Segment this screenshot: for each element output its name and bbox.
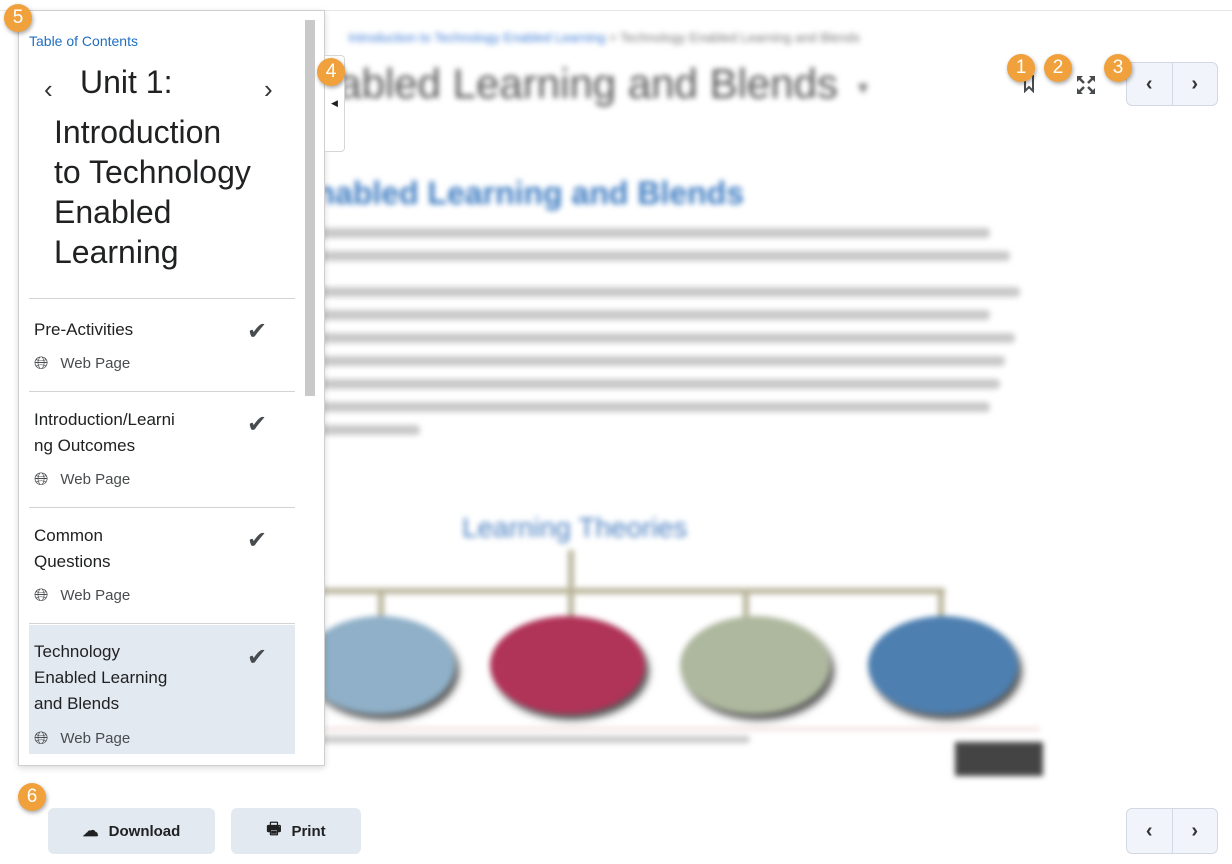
next-unit-button[interactable]: › [264,74,273,105]
globe-icon: 🌐︎ [34,353,49,373]
check-icon: ✔ [247,411,268,438]
globe-icon: 🌐︎ [34,585,49,605]
callout-badge: 2 [1044,54,1072,82]
unit-title: Introduction to Technology Enabled Learn… [54,112,251,272]
item-title: Technology Enabled Learning and Blends [34,642,168,713]
cloud-download-icon: ☁ [82,823,99,840]
unit-title-line1: Unit 1: [80,64,173,100]
next-topic-button[interactable]: › [1171,63,1218,105]
globe-icon: 🌐︎ [34,469,49,489]
diagram-node [490,616,645,714]
toc-scrollbar[interactable] [305,20,315,396]
prev-unit-button[interactable]: ‹ [44,74,53,105]
item-type: 🌐︎ Web Page [34,353,130,374]
print-button[interactable]: 🖶 Print [231,808,361,854]
toc-item-selected[interactable]: Technology Enabled Learning and Blends ✔ 🌐… [29,625,295,754]
callout-badge: 4 [317,58,345,86]
fullscreen-icon [1077,76,1095,94]
learning-theories-diagram [300,550,1060,780]
unit-title-line: to Technology [54,154,251,190]
download-label: Download [108,822,181,840]
item-type-label: Web Page [60,471,131,488]
topic-nav: ‹ › [1126,62,1218,106]
breadcrumb: Introduction to Technology Enabled Learn… [348,30,860,45]
globe-icon: 🌐︎ [34,728,49,748]
fullscreen-button[interactable] [1076,75,1096,100]
check-icon: ✔ [247,644,268,671]
item-type-label: Web Page [60,355,131,372]
item-title: Pre-Activities [34,320,134,339]
unit-title-line: Learning [54,234,179,270]
breadcrumb-link[interactable]: Introduction to Technology Enabled Learn… [348,30,605,45]
diagram-node [680,616,830,714]
item-title: Common Questions [34,526,111,571]
callout-badge: 5 [4,4,32,32]
item-type: 🌐︎ Web Page [34,585,130,606]
toc-item[interactable]: Pre-Activities ✔ 🌐︎ Web Page [29,299,295,391]
breadcrumb-current: Technology Enabled Learning and Blends [620,30,860,45]
printer-icon: 🖶 [266,820,282,838]
previous-topic-button[interactable]: ‹ [1127,63,1172,105]
check-icon: ✔ [247,318,268,345]
content-paragraphs [300,228,1020,435]
title-dropdown-icon[interactable]: ▾ [858,75,868,100]
diagram-title: Learning Theories [462,512,688,543]
item-type-label: Web Page [60,587,131,604]
divider [29,623,295,624]
caret-left-icon: ◀ [331,98,338,108]
callout-badge: 3 [1104,54,1132,82]
print-label: Print [291,822,326,840]
previous-topic-button[interactable]: ‹ [1127,809,1172,853]
toc-link[interactable]: Table of Contents [29,33,138,49]
next-topic-button[interactable]: › [1171,809,1218,853]
item-type-label: Web Page [60,730,131,747]
diagram-node [868,616,1018,714]
item-type: 🌐︎ Web Page [34,728,130,749]
unit-title-line: Enabled [54,194,172,230]
toc-item[interactable]: Common Questions ✔ 🌐︎ Web Page [29,508,295,623]
unit-title-line: Introduction [54,114,222,150]
item-title: Introduction/Learni ng Outcomes [34,410,175,455]
check-icon: ✔ [247,527,268,554]
diagram-node [305,616,455,714]
toc-item[interactable]: Introduction/Learni ng Outcomes ✔ 🌐︎ Web P… [29,392,295,507]
callout-badge: 1 [1007,54,1035,82]
bottom-topic-nav: ‹ › [1126,808,1218,854]
item-type: 🌐︎ Web Page [34,469,130,490]
callout-badge: 6 [18,783,46,811]
download-button[interactable]: ☁ Download [48,808,215,854]
